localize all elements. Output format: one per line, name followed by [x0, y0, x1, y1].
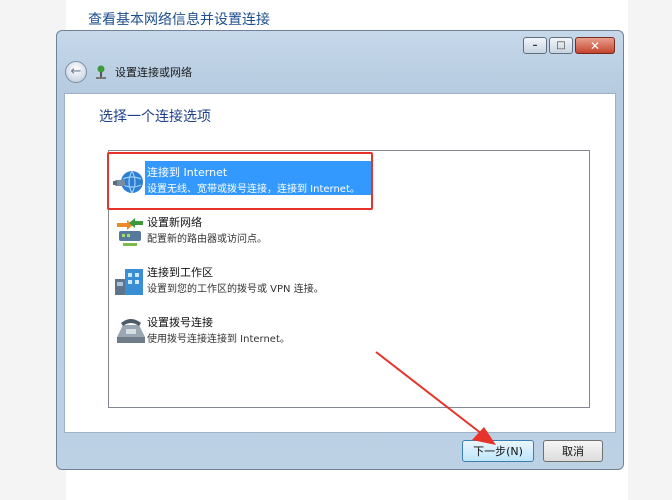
option-setup-new-network[interactable]: 设置新网络 配置新的路由器或访问点。 — [111, 209, 373, 255]
red-annotation-box — [107, 152, 373, 210]
window-controls: – □ ✕ — [523, 37, 615, 54]
minimize-icon: – — [532, 39, 538, 51]
option-description: 使用拨号连接连接到 Internet。 — [147, 334, 290, 345]
minimize-button[interactable]: – — [523, 37, 547, 54]
window-title: 设置连接或网络 — [115, 66, 192, 79]
background-right-strip — [628, 0, 672, 500]
network-setup-icon — [96, 65, 106, 79]
setup-connection-dialog: – □ ✕ ← 设置连接或网络 选择一个连接选项 连接到 Internet 设置… — [56, 30, 624, 470]
page-caption: 查看基本网络信息并设置连接 — [88, 12, 270, 28]
next-button[interactable]: 下一步(N) — [462, 440, 534, 462]
back-arrow-icon: ← — [70, 64, 82, 79]
close-icon: ✕ — [589, 38, 601, 53]
router-network-icon — [117, 218, 143, 246]
maximize-button[interactable]: □ — [549, 37, 573, 54]
dialog-content: 选择一个连接选项 连接到 Internet 设置无线、宽带或拨号连接，连接到 I… — [64, 93, 616, 433]
option-connect-workplace[interactable]: 连接到工作区 设置到您的工作区的拨号或 VPN 连接。 — [111, 259, 373, 305]
navigation-bar: ← 设置连接或网络 — [65, 59, 192, 85]
connection-options-list[interactable]: 连接到 Internet 设置无线、宽带或拨号连接，连接到 Internet。 … — [107, 150, 590, 408]
option-connect-internet[interactable]: 连接到 Internet 设置无线、宽带或拨号连接，连接到 Internet。 — [107, 152, 373, 210]
option-title: 设置新网络 — [147, 216, 202, 229]
option-title: 设置拨号连接 — [147, 316, 213, 329]
cancel-button[interactable]: 取消 — [543, 440, 603, 462]
workplace-building-icon — [115, 269, 143, 295]
close-button[interactable]: ✕ — [575, 37, 615, 54]
option-setup-dialup[interactable]: 设置拨号连接 使用拨号连接连接到 Internet。 — [111, 309, 373, 355]
telephone-modem-icon — [117, 319, 145, 343]
option-title: 连接到工作区 — [147, 266, 213, 279]
maximize-icon: □ — [556, 39, 566, 51]
option-description: 配置新的路由器或访问点。 — [147, 234, 267, 245]
back-button[interactable]: ← — [65, 61, 87, 83]
option-description: 设置到您的工作区的拨号或 VPN 连接。 — [147, 284, 324, 295]
page-heading: 选择一个连接选项 — [99, 109, 211, 125]
